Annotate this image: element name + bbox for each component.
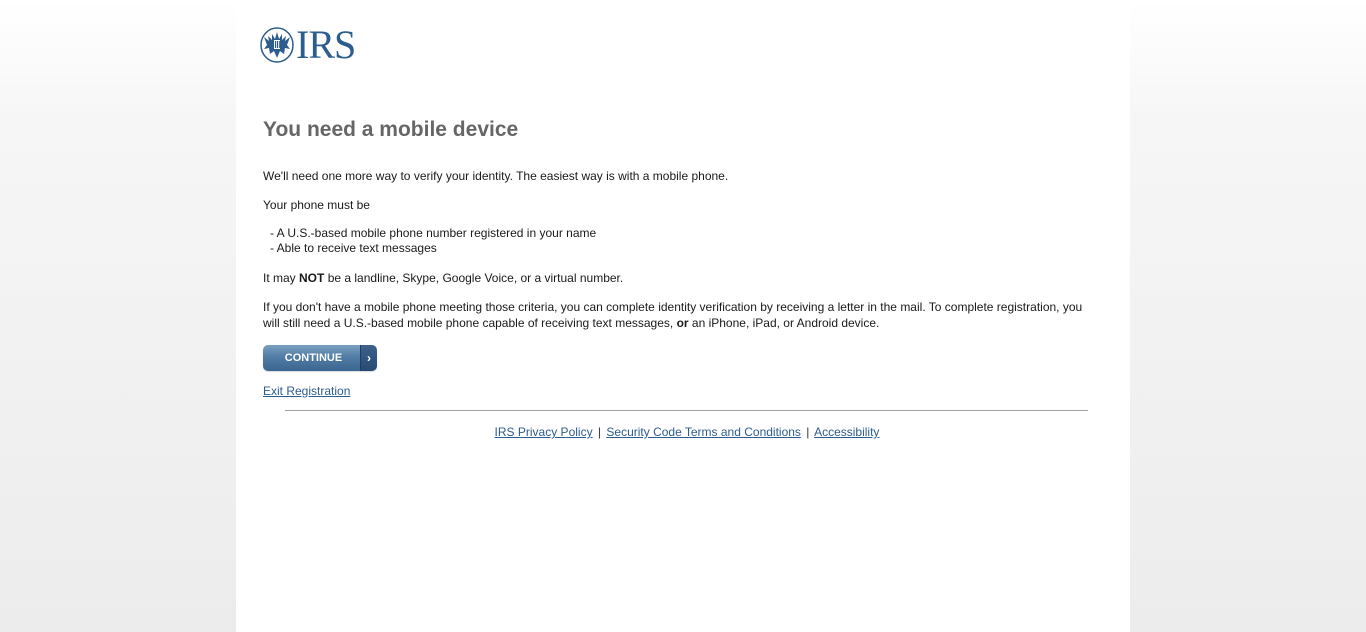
page-container: IRS You need a mobile device We'll need …: [236, 0, 1130, 632]
criteria-part2: an iPhone, iPad, or Android device.: [688, 316, 880, 330]
requirements-list: - A U.S.-based mobile phone number regis…: [263, 226, 1083, 256]
continue-button[interactable]: CONTINUE ›: [263, 345, 377, 371]
footer-separator: |: [806, 425, 810, 439]
criteria-text: If you don't have a mobile phone meeting…: [263, 299, 1083, 331]
footer-divider: [285, 410, 1088, 411]
list-item: - A U.S.-based mobile phone number regis…: [270, 226, 597, 240]
chevron-right-icon: ›: [360, 345, 377, 371]
criteria-emphasis: or: [676, 316, 689, 330]
intro-text: We'll need one more way to verify your i…: [263, 169, 729, 183]
irs-logo[interactable]: IRS: [260, 22, 356, 67]
footer-links: IRS Privacy Policy | Security Code Terms…: [236, 424, 1138, 440]
accessibility-link[interactable]: Accessibility: [814, 425, 879, 439]
criteria-part1: If you don't have a mobile phone meeting…: [263, 300, 1083, 330]
requirements-heading: Your phone must be: [263, 198, 370, 212]
footer-separator: |: [597, 425, 602, 439]
irs-eagle-icon: [260, 27, 294, 63]
restriction-text: It may NOT be a landline, Skype, Google …: [263, 270, 1083, 286]
security-code-terms-link[interactable]: Security Code Terms and Conditions: [606, 425, 801, 439]
main-content: You need a mobile device We'll need one …: [263, 116, 1083, 399]
restriction-suffix: be a landline, Skype, Google Voice, or a…: [324, 271, 624, 285]
restriction-prefix: It may: [263, 271, 300, 285]
restriction-emphasis: NOT: [299, 271, 325, 285]
page-title: You need a mobile device: [263, 118, 519, 141]
logo-text: IRS: [296, 22, 356, 67]
privacy-policy-link[interactable]: IRS Privacy Policy: [495, 425, 593, 439]
list-item: - Able to receive text messages: [270, 241, 437, 255]
exit-registration-link[interactable]: Exit Registration: [263, 383, 1083, 399]
continue-button-label: CONTINUE: [263, 345, 360, 371]
